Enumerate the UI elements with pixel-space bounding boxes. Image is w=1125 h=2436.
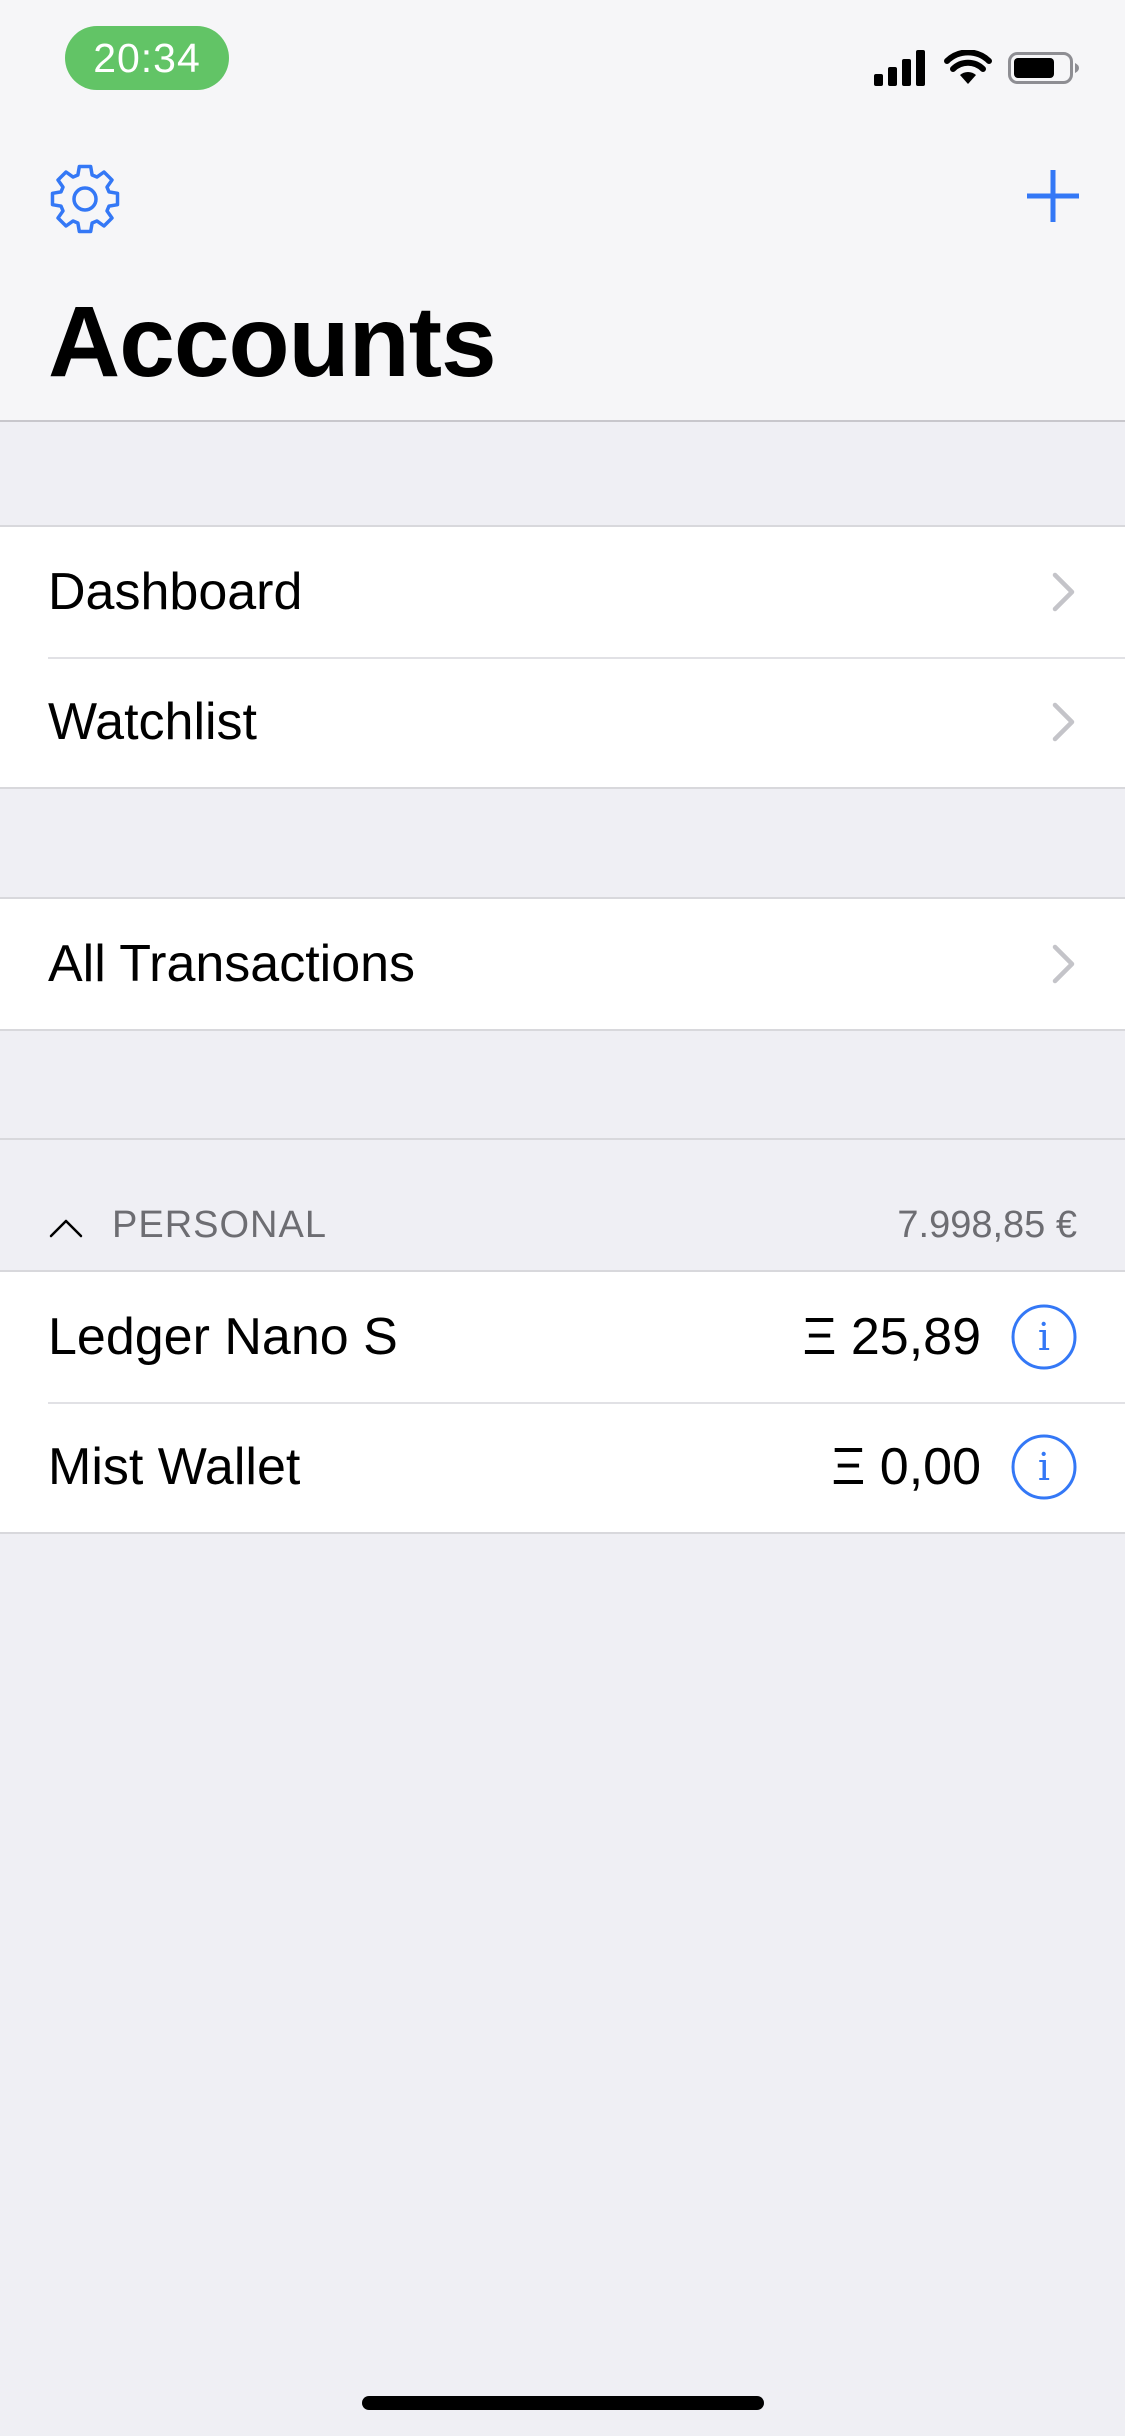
- svg-text:i: i: [1038, 1315, 1050, 1359]
- menu-group-main: Dashboard Watchlist: [0, 525, 1125, 789]
- status-icons: [874, 46, 1080, 90]
- all-transactions-row[interactable]: All Transactions: [0, 899, 1125, 1029]
- account-name: Ledger Nano S: [48, 1308, 398, 1366]
- status-time: 20:34: [65, 26, 229, 90]
- plus-icon[interactable]: [1025, 168, 1081, 224]
- all-transactions-label: All Transactions: [48, 935, 416, 993]
- home-indicator[interactable]: [362, 2396, 764, 2410]
- page-title: Accounts: [48, 286, 497, 398]
- account-balance: Ξ 25,89: [802, 1308, 981, 1366]
- accounts-list: Ledger Nano S Ξ 25,89 i Mist Wallet Ξ 0,…: [0, 1270, 1125, 1534]
- section-total: 7.998,85 €: [897, 1204, 1077, 1246]
- chevron-right-icon: [1052, 702, 1075, 742]
- chevron-right-icon: [1052, 572, 1075, 612]
- svg-text:i: i: [1038, 1445, 1050, 1489]
- wifi-icon: [944, 50, 992, 84]
- section-title: PERSONAL: [112, 1204, 327, 1246]
- gear-icon[interactable]: [48, 162, 122, 236]
- navigation-bar: Accounts: [0, 132, 1125, 422]
- account-row[interactable]: Mist Wallet Ξ 0,00 i: [0, 1402, 1125, 1532]
- dashboard-label: Dashboard: [48, 563, 303, 621]
- watchlist-label: Watchlist: [48, 693, 257, 751]
- personal-section-header[interactable]: PERSONAL 7.998,85 €: [0, 1138, 1125, 1272]
- info-icon[interactable]: i: [1011, 1304, 1077, 1370]
- chevron-right-icon: [1052, 944, 1075, 984]
- account-name: Mist Wallet: [48, 1438, 301, 1496]
- menu-group-transactions: All Transactions: [0, 897, 1125, 1031]
- account-row[interactable]: Ledger Nano S Ξ 25,89 i: [0, 1272, 1125, 1402]
- battery-icon: [1008, 52, 1079, 84]
- watchlist-row[interactable]: Watchlist: [0, 657, 1125, 787]
- cellular-signal-icon: [874, 50, 925, 86]
- chevron-up-icon[interactable]: [48, 1216, 84, 1240]
- status-bar: 20:34: [0, 0, 1125, 132]
- account-balance: Ξ 0,00: [831, 1438, 981, 1496]
- info-icon[interactable]: i: [1011, 1434, 1077, 1500]
- dashboard-row[interactable]: Dashboard: [0, 527, 1125, 657]
